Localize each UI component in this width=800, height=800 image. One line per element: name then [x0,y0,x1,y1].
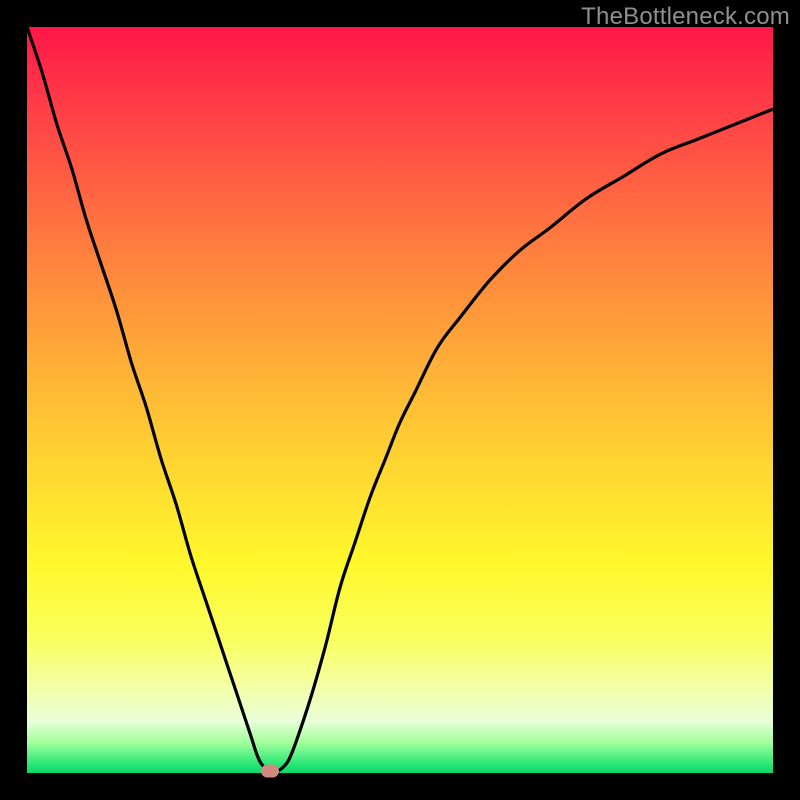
bottleneck-curve [27,27,773,773]
optimal-point-marker [261,764,279,777]
watermark-text: TheBottleneck.com [581,3,790,31]
chart-frame: TheBottleneck.com [0,0,800,800]
plot-area [27,27,773,773]
